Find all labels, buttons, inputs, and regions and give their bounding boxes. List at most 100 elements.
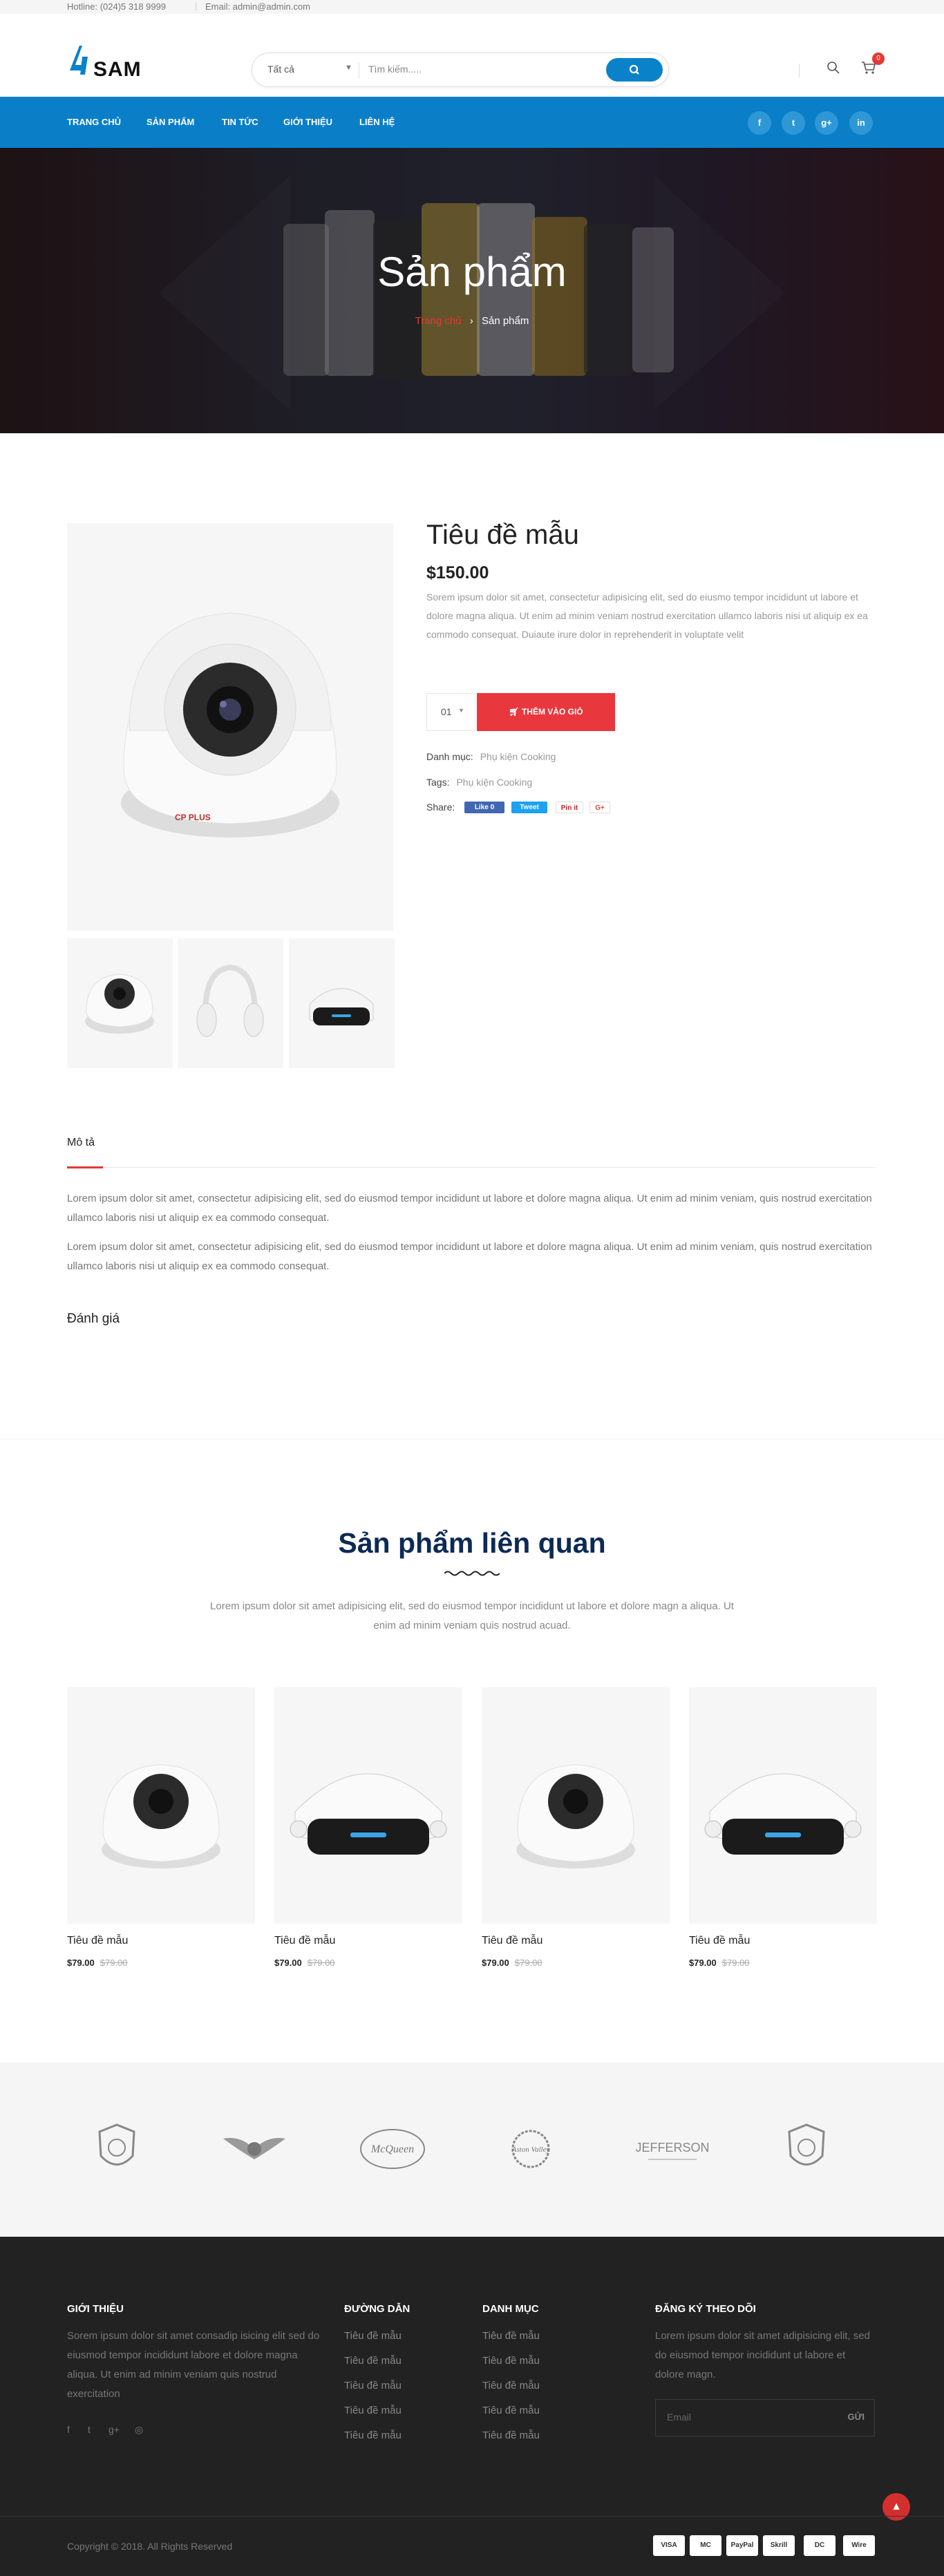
eagle-wings-logo[interactable] (220, 2121, 289, 2177)
instagram-icon[interactable]: ◎ (135, 2424, 143, 2436)
quantity-select[interactable]: 01 ▼ (426, 693, 475, 731)
tweet-button[interactable]: Tweet (511, 802, 547, 813)
breadcrumb-home[interactable]: Trang chủ (415, 315, 462, 327)
pinterest-button[interactable]: Pin it (556, 802, 583, 813)
google-plus-icon[interactable]: g+ (108, 2424, 120, 2435)
product-tags: Tags: Phụ kiện Cooking (426, 777, 532, 788)
search-category-select[interactable]: Tất cả (267, 64, 294, 75)
banner-title: Sản phẩm (377, 249, 567, 295)
search-icon (629, 64, 639, 75)
footer-category-link[interactable]: Tiêu đề mẫu (482, 2330, 540, 2342)
facebook-icon[interactable]: f (748, 111, 771, 135)
breadcrumb-current: Sản phẩm (481, 315, 529, 327)
tab-description[interactable]: Mô tả (67, 1137, 95, 1149)
facebook-icon[interactable]: f (67, 2424, 70, 2435)
product-card-3[interactable] (482, 1687, 670, 1924)
search-toggle-icon[interactable] (827, 61, 840, 75)
footer-link[interactable]: Tiêu đề mẫu (344, 2355, 402, 2367)
product-card-name[interactable]: Tiêu đề mẫu (482, 1935, 542, 1947)
footer-categories-title: DANH MỤC (482, 2303, 539, 2315)
instagram-icon[interactable]: in (849, 111, 873, 135)
svg-text:CP PLUS: CP PLUS (175, 813, 211, 822)
product-thumb-1[interactable] (67, 938, 173, 1068)
email-field[interactable]: Email (667, 2412, 691, 2423)
nav-item-about[interactable]: GIỚI THIỆU (283, 117, 332, 127)
product-card-name[interactable]: Tiêu đề mẫu (274, 1935, 335, 1947)
product-thumb-3[interactable] (289, 938, 395, 1068)
visa-icon: VISA (653, 2535, 685, 2556)
search-button[interactable] (606, 58, 663, 82)
chevron-down-icon: ▼ (345, 64, 352, 72)
twitter-icon[interactable]: t (88, 2424, 91, 2435)
footer-subscribe-text: Lorem ipsum dolor sit amet adipisicing e… (655, 2330, 870, 2380)
footer-category-link[interactable]: Tiêu đề mẫu (482, 2405, 540, 2416)
camera-image: CP PLUS (121, 612, 339, 837)
old-price: $79.00 (721, 1958, 750, 1968)
search-input[interactable]: Tìm kiếm..... (368, 64, 422, 75)
category-link[interactable]: Phụ kiện Cooking (480, 751, 556, 762)
breadcrumb: Trang chủ › Sản phẩm (0, 315, 944, 327)
footer-divider (0, 2516, 944, 2517)
page-banner: Sản phẩm Trang chủ › Sản phẩm (0, 148, 944, 433)
wave-divider-icon (444, 1571, 500, 1576)
nav-item-contact[interactable]: LIÊN HỆ (359, 117, 395, 127)
svg-text:JEFFERSON: JEFFERSON (635, 2141, 709, 2154)
nav-item-home[interactable]: TRANG CHỦ (67, 117, 121, 127)
product-category: Danh mục: Phụ kiện Cooking (426, 751, 556, 762)
product-main-image[interactable]: CP PLUS (67, 523, 393, 931)
product-description: Sorem ipsum dolor sit amet, consectetur … (426, 591, 868, 640)
jefferson-logo[interactable]: JEFFERSON (634, 2121, 710, 2177)
diners-club-icon: DC (804, 2535, 836, 2556)
related-title: Sản phẩm liên quan (338, 1527, 606, 1559)
nav-item-products[interactable]: SẢN PHẨM (147, 117, 194, 127)
tags-link[interactable]: Phụ kiện Cooking (456, 777, 532, 788)
vr-thumb-image (309, 988, 374, 1025)
old-price: $79.00 (307, 1958, 335, 1968)
headphones-thumb-image (196, 964, 264, 1037)
skrill-icon: Skrill (763, 2535, 795, 2556)
product-title: Tiêu đề mẫu (426, 520, 579, 550)
nav-item-news[interactable]: TIN TỨC (222, 117, 258, 127)
twitter-icon[interactable]: t (782, 111, 805, 135)
email-contact[interactable]: Email: admin@admin.com (205, 1, 310, 12)
mcqueen-logo[interactable]: McQueen (358, 2121, 427, 2177)
football-badge-logo[interactable] (782, 2121, 831, 2177)
add-to-cart-label: THÊM VÀO GIỎ (521, 707, 583, 717)
logo-icon[interactable] (67, 43, 95, 76)
mastercard-icon: MC (690, 2535, 721, 2556)
footer-link[interactable]: Tiêu đề mẫu (344, 2330, 402, 2342)
product-card-2[interactable] (274, 1687, 462, 1924)
product-thumb-2[interactable] (178, 938, 283, 1068)
main-nav: TRANG CHỦ SẢN PHẨM TIN TỨC GIỚI THIỆU LI… (0, 97, 944, 148)
product-card-name[interactable]: Tiêu đề mẫu (689, 1935, 750, 1947)
header-divider (799, 64, 800, 77)
topbar: Hotline: (024)5 318 9999 Email: admin@ad… (0, 0, 944, 14)
google-plus-icon[interactable]: g+ (815, 111, 838, 135)
football-badge-logo[interactable] (93, 2121, 141, 2177)
aston-valley-logo[interactable]: Aston Valley (496, 2121, 565, 2177)
cart-icon: 🛒︎ (509, 707, 522, 717)
facebook-like-button[interactable]: Like 0 (464, 802, 504, 813)
google-plus-button[interactable]: G+ (589, 802, 610, 813)
footer-category-link[interactable]: Tiêu đề mẫu (482, 2355, 540, 2367)
product-card-4[interactable] (689, 1687, 877, 1924)
footer-link[interactable]: Tiêu đề mẫu (344, 2405, 402, 2416)
product-card-1[interactable] (67, 1687, 255, 1924)
category-label: Danh mục: (426, 751, 473, 762)
product-card-price: $79.00 $79.00 (689, 1958, 750, 1968)
back-to-top-button[interactable]: ▲ (882, 2493, 910, 2521)
camera-image (516, 1764, 635, 1868)
footer-about-title: GIỚI THIỆU (67, 2303, 124, 2315)
footer-link[interactable]: Tiêu đề mẫu (344, 2380, 402, 2392)
footer-category-link[interactable]: Tiêu đề mẫu (482, 2430, 540, 2441)
add-to-cart-button[interactable]: 🛒︎ THÊM VÀO GIỎ (477, 693, 615, 731)
site-footer: GIỚI THIỆU Sorem ipsum dolor sit amet co… (0, 2237, 944, 2576)
footer-link[interactable]: Tiêu đề mẫu (344, 2430, 402, 2441)
logo-text[interactable]: SAM (93, 58, 142, 82)
footer-category-link[interactable]: Tiêu đề mẫu (482, 2380, 540, 2392)
tab-active-indicator (67, 1166, 103, 1168)
footer-about-text: Sorem ipsum dolor sit amet consadip isic… (67, 2330, 320, 2400)
product-card-name[interactable]: Tiêu đề mẫu (67, 1935, 128, 1947)
subscribe-button[interactable]: GỬI (847, 2412, 865, 2422)
review-title: Đánh giá (67, 1311, 120, 1326)
